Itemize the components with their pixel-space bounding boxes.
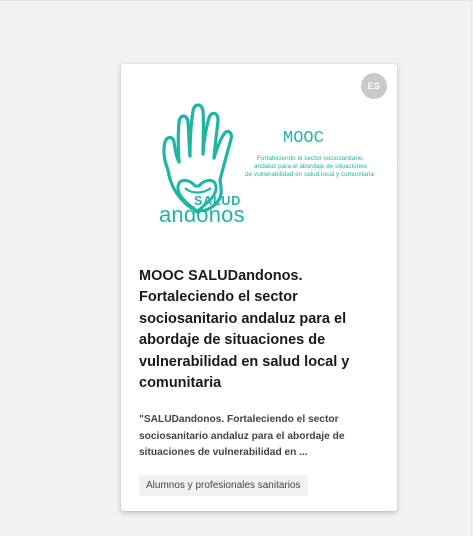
banner-subtitle-line-1: Fortaleciendo el sector sociosanitario: [257, 155, 363, 162]
banner-subtitle-line-2: andaluz para el abordaje de situaciones: [254, 163, 367, 170]
course-banner-image: SALUD andonos MOOC Fortaleciendo el sect…: [121, 94, 397, 254]
course-card[interactable]: ES SALUD andonos MOOC Fortaleciendo el s…: [121, 64, 397, 511]
mooc-label: MOOC: [283, 129, 324, 148]
top-divider: [0, 0, 473, 1]
course-title[interactable]: MOOC SALUDandonos. Fortaleciendo el sect…: [139, 266, 379, 394]
logo-word-bottom: andonos: [159, 202, 245, 227]
banner-subtitle-line-3: de vulnerabilidad en salud local y comun…: [245, 171, 374, 178]
right-divider: [471, 0, 472, 536]
audience-tag: Alumnos y profesionales sanitarios: [139, 475, 308, 496]
course-description: "SALUDandonos. Fortaleciendo el sector s…: [139, 414, 345, 458]
